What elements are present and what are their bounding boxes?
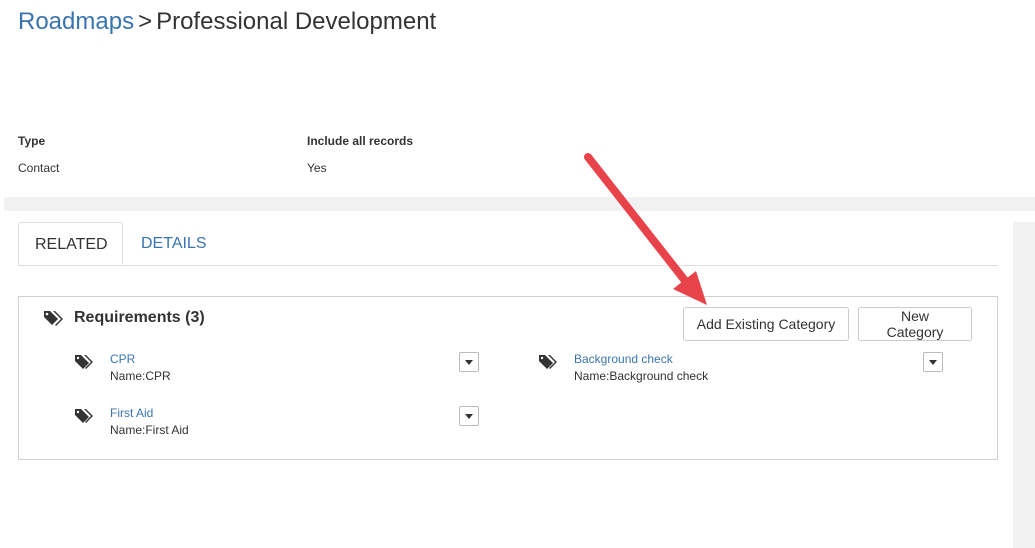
requirement-item-background-check: Background check Name:Background check (538, 352, 958, 388)
annotation-arrow (584, 153, 707, 305)
field-value-include-all-records: Yes (307, 161, 327, 175)
field-label-include-all-records: Include all records (307, 134, 414, 148)
requirement-name-cpr: Name:CPR (110, 369, 171, 383)
field-value-type: Contact (18, 161, 60, 175)
requirement-link-background-check[interactable]: Background check (574, 352, 673, 366)
section-divider (4, 197, 1035, 211)
tag-icon (539, 355, 557, 369)
tag-icon (75, 355, 93, 369)
requirement-name-first-aid: Name:First Aid (110, 423, 189, 437)
tags-icon (44, 311, 63, 326)
requirements-panel: Requirements (3) Add Existing Category N… (18, 296, 998, 460)
add-existing-category-button[interactable]: Add Existing Category (683, 307, 849, 341)
requirements-header: Requirements (3) (43, 309, 205, 327)
breadcrumb: Roadmaps > Professional Development (18, 8, 436, 36)
page-title: Professional Development (156, 8, 437, 35)
scroll-gutter (1013, 222, 1035, 548)
tag-icon (75, 409, 93, 423)
requirement-item-first-aid: First Aid Name:First Aid (74, 406, 494, 442)
requirement-item-cpr: CPR Name:CPR (74, 352, 494, 388)
requirement-name-background-check: Name:Background check (574, 369, 709, 383)
requirement-menu-button-cpr[interactable] (459, 352, 479, 372)
field-label-type: Type (18, 134, 46, 148)
requirements-title: Requirements (3) (74, 309, 205, 326)
breadcrumb-separator: > (138, 8, 153, 35)
breadcrumb-roadmaps-link[interactable]: Roadmaps (18, 8, 134, 35)
requirement-menu-button-background-check[interactable] (923, 352, 943, 372)
requirement-link-first-aid[interactable]: First Aid (110, 406, 153, 420)
new-category-button[interactable]: New Category (858, 307, 972, 341)
tab-related[interactable]: RELATED (18, 222, 123, 265)
requirement-link-cpr[interactable]: CPR (110, 352, 135, 366)
requirement-menu-button-first-aid[interactable] (459, 406, 479, 426)
tab-bar: RELATED DETAILS (18, 222, 998, 266)
tab-details[interactable]: DETAILS (125, 222, 223, 265)
